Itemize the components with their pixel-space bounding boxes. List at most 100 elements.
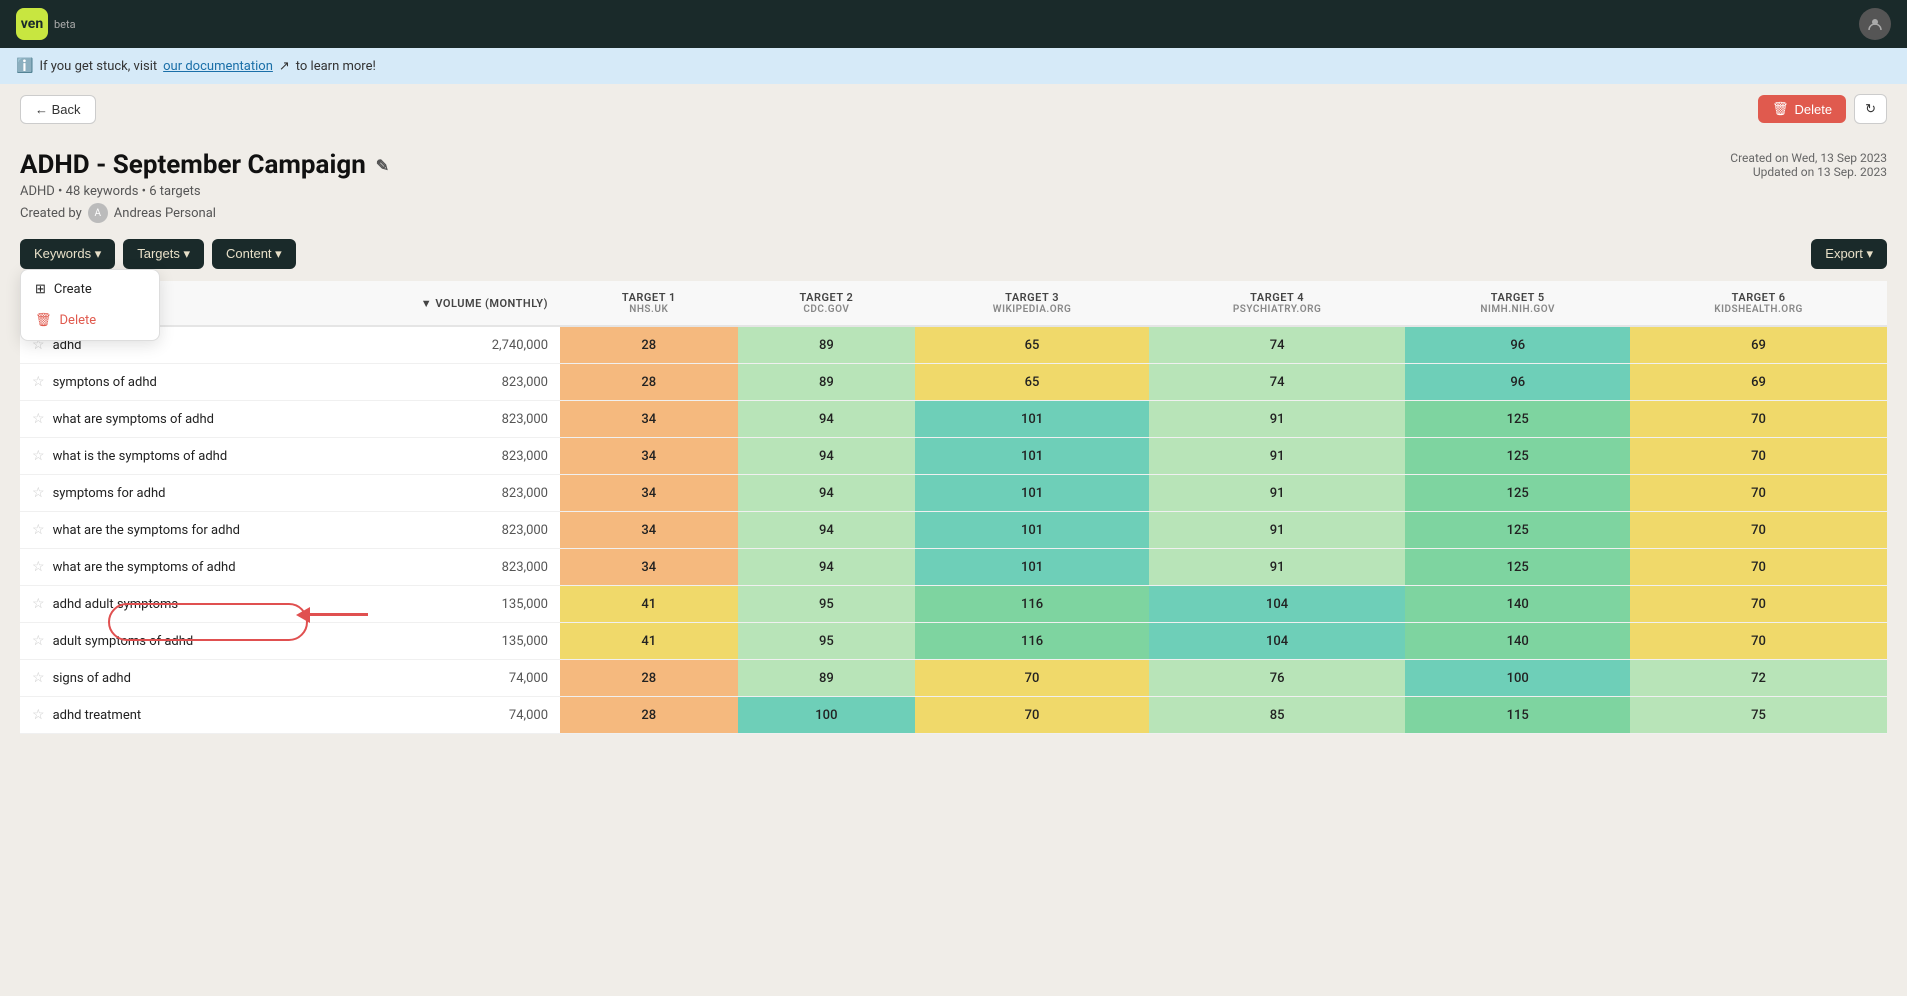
volume-cell: 2,740,000 [400,326,560,364]
targets-filter-button[interactable]: Targets ▾ [123,239,204,269]
star-icon[interactable]: ☆ [32,633,45,649]
target2-score: 95 [738,623,916,660]
star-icon[interactable]: ☆ [32,411,45,427]
star-icon[interactable]: ☆ [32,707,45,723]
target6-score: 70 [1630,438,1887,475]
volume-cell: 823,000 [400,364,560,401]
keyword-cell: ☆ signs of adhd [20,660,400,696]
content-filter-button[interactable]: Content ▾ [212,239,296,269]
volume-cell: 823,000 [400,512,560,549]
target5-score: 125 [1405,438,1630,475]
target6-score: 75 [1630,697,1887,734]
volume-cell: 74,000 [400,660,560,697]
target5-score: 125 [1405,549,1630,586]
create-menu-item[interactable]: ⊞ Create [21,274,159,305]
table-row: ☆ what are the symptoms of adhd 823,000 … [20,549,1887,586]
star-icon[interactable]: ☆ [32,596,45,612]
target2-score: 94 [738,475,916,512]
star-icon[interactable]: ☆ [32,374,45,390]
target5-score: 140 [1405,586,1630,623]
target6-score: 72 [1630,660,1887,697]
target4-column-header: TARGET 4 PSYCHIATRY.ORG [1149,281,1405,326]
author-avatar: A [88,203,108,223]
keyword-text: signs of adhd [53,671,131,686]
target3-score: 101 [915,475,1149,512]
target4-score: 91 [1149,438,1405,475]
target2-score: 94 [738,401,916,438]
target3-score: 70 [915,660,1149,697]
keyword-text: adult symptoms of adhd [53,634,194,649]
keywords-filter-button[interactable]: Keywords ▾ [20,239,115,269]
target3-score: 101 [915,401,1149,438]
keyword-cell: ☆ what are symptoms of adhd [20,401,400,437]
target3-column-header: TARGET 3 WIKIPEDIA.ORG [915,281,1149,326]
target6-score: 69 [1630,364,1887,401]
keyword-cell: ☆ symptons of adhd [20,364,400,400]
star-icon[interactable]: ☆ [32,485,45,501]
target5-column-header: TARGET 5 NIMH.NIH.GOV [1405,281,1630,326]
keyword-cell: ☆ symptoms for adhd [20,475,400,511]
keyword-cell: ☆ adult symptoms of adhd [20,623,400,659]
table-row: ☆ symptons of adhd 823,000 28 89 65 74 9… [20,364,1887,401]
keyword-cell: ☆ adhd treatment [20,697,400,733]
external-link-icon: ↗ [279,59,290,74]
volume-cell: 823,000 [400,475,560,512]
target1-column-header: TARGET 1 NHS.UK [560,281,738,326]
keyword-text: what are the symptoms for adhd [53,523,240,538]
page-dates: Created on Wed, 13 Sep 2023 Updated on 1… [1730,151,1887,179]
target1-score: 34 [560,438,738,475]
target4-score: 91 [1149,512,1405,549]
target4-score: 104 [1149,586,1405,623]
target6-score: 70 [1630,623,1887,660]
target1-score: 28 [560,364,738,401]
target5-score: 115 [1405,697,1630,734]
delete-menu-item[interactable]: 🗑 Delete [21,305,159,336]
table-row: ☆ symptoms for adhd 823,000 34 94 101 91… [20,475,1887,512]
star-icon[interactable]: ☆ [32,670,45,686]
target5-score: 125 [1405,475,1630,512]
star-icon[interactable]: ☆ [32,522,45,538]
keyword-text: symptons of adhd [53,375,157,390]
edit-icon[interactable]: ✎ [376,156,389,175]
keyword-text: adhd adult symptoms [53,597,179,612]
target6-score: 70 [1630,475,1887,512]
star-icon[interactable]: ☆ [32,448,45,464]
target6-score: 70 [1630,512,1887,549]
target4-score: 74 [1149,364,1405,401]
back-button[interactable]: ← Back [20,95,96,124]
author-name: Andreas Personal [114,206,216,221]
toolbar: ← Back 🗑 Delete ↻ [0,84,1907,134]
target4-score: 76 [1149,660,1405,697]
target1-score: 34 [560,549,738,586]
volume-column-header[interactable]: ▼ VOLUME (MONTHLY) [400,281,560,326]
keyword-cell: ☆ what are the symptoms of adhd [20,549,400,585]
volume-cell: 135,000 [400,623,560,660]
documentation-link[interactable]: our documentation [163,59,273,74]
target2-score: 89 [738,364,916,401]
user-avatar[interactable] [1859,8,1891,40]
keyword-text: symptoms for adhd [53,486,166,501]
volume-cell: 823,000 [400,549,560,586]
filter-bar: Keywords ▾ Targets ▾ Content ▾ Export ▾ [0,223,1907,269]
delete-button[interactable]: 🗑 Delete [1758,95,1846,123]
keyword-cell: ☆ adhd adult symptoms [20,586,400,622]
logo: ven beta [16,8,76,40]
volume-cell: 74,000 [400,697,560,734]
info-icon: ℹ️ [16,58,33,74]
page-header: ADHD - September Campaign ✎ Created on W… [0,134,1907,223]
arrow-annotation [308,613,368,616]
volume-cell: 823,000 [400,438,560,475]
target3-score: 65 [915,326,1149,364]
star-icon[interactable]: ☆ [32,559,45,575]
target2-score: 94 [738,438,916,475]
target2-score: 89 [738,660,916,697]
keyword-cell: ☆ what is the symptoms of adhd [20,438,400,474]
export-button[interactable]: Export ▾ [1811,239,1887,269]
target3-score: 65 [915,364,1149,401]
target5-score: 96 [1405,364,1630,401]
keyword-text: what is the symptoms of adhd [53,449,228,464]
table-container: CUSTOMER ▼ VOLUME (MONTHLY) TARGET 1 NHS… [20,281,1887,734]
page-title-row: ADHD - September Campaign ✎ Created on W… [20,150,1887,180]
target6-score: 70 [1630,586,1887,623]
refresh-button[interactable]: ↻ [1854,94,1887,124]
